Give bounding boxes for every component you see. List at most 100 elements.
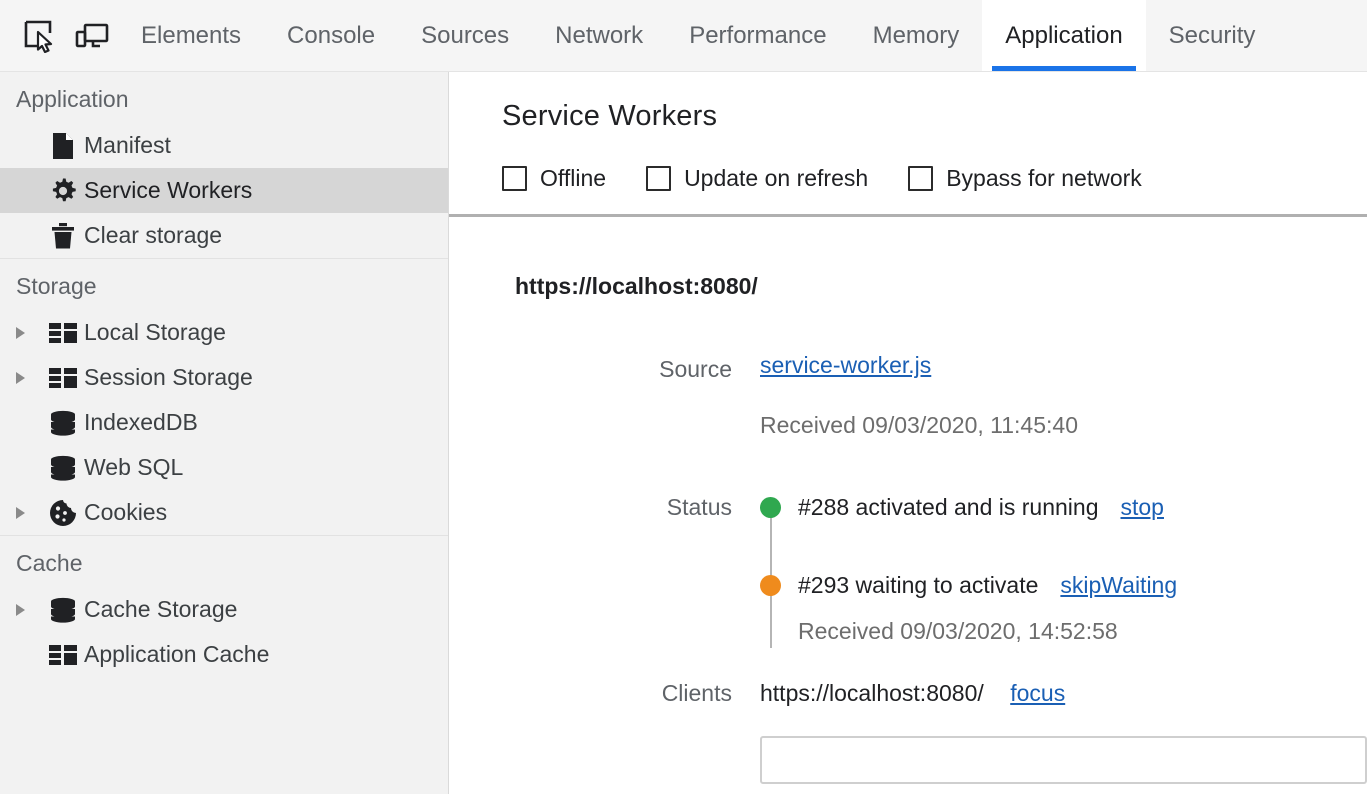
sidebar-item-label: Clear storage <box>84 222 222 249</box>
panel-header: Service Workers Offline Update on refres… <box>449 72 1367 214</box>
client-url: https://localhost:8080/ <box>760 680 984 706</box>
source-label: Source <box>449 352 760 386</box>
sidebar-item-label: Cookies <box>84 499 167 526</box>
status-dot-orange <box>760 575 781 596</box>
status-entry-waiting: #293 waiting to activate skipWaiting <box>760 568 1177 602</box>
source-row: Source service-worker.js Received 09/03/… <box>449 352 1367 442</box>
sidebar-item-label: IndexedDB <box>84 409 198 436</box>
chevron-right-icon[interactable] <box>16 507 42 519</box>
tab-label: Memory <box>873 22 960 50</box>
source-received: Received 09/03/2020, 11:45:40 <box>760 408 1078 442</box>
document-icon <box>42 132 84 160</box>
sidebar-item-cookies[interactable]: Cookies <box>0 490 448 535</box>
tab-sources[interactable]: Sources <box>398 0 532 71</box>
sidebar-item-application-cache[interactable]: Application Cache <box>0 632 448 677</box>
database-icon <box>42 455 84 481</box>
sidebar-item-label: Local Storage <box>84 319 226 346</box>
tab-security[interactable]: Security <box>1146 0 1279 71</box>
tab-performance[interactable]: Performance <box>666 0 849 71</box>
sidebar-item-indexeddb[interactable]: IndexedDB <box>0 400 448 445</box>
status-spacer <box>760 524 1177 568</box>
stop-link[interactable]: stop <box>1121 494 1164 521</box>
status-text: #288 activated and is running <box>798 494 1099 521</box>
status-entry-active: #288 activated and is running stop <box>760 490 1177 524</box>
tab-label: Application <box>1005 22 1122 50</box>
source-value: service-worker.js Received 09/03/2020, 1… <box>760 352 1078 442</box>
tab-label: Console <box>287 22 375 50</box>
status-dot-green <box>760 497 781 518</box>
sidebar-item-web-sql[interactable]: Web SQL <box>0 445 448 490</box>
status-received: Received 09/03/2020, 14:52:58 <box>798 614 1177 648</box>
sidebar-item-manifest[interactable]: Manifest <box>0 123 448 168</box>
clients-label: Clients <box>449 676 760 710</box>
status-label: Status <box>449 490 760 524</box>
status-text: #293 waiting to activate <box>798 572 1038 599</box>
service-worker-registration: https://localhost:8080/ Source service-w… <box>449 217 1367 784</box>
sidebar-section-application: Application Manifest <box>0 72 448 258</box>
checkbox-label: Update on refresh <box>684 165 868 192</box>
chevron-right-icon[interactable] <box>16 372 42 384</box>
update-on-refresh-checkbox[interactable]: Update on refresh <box>646 165 868 192</box>
devtools-body: Application Manifest <box>0 72 1367 794</box>
sidebar-item-local-storage[interactable]: Local Storage <box>0 310 448 355</box>
table-icon <box>42 366 84 390</box>
sidebar-item-label: Web SQL <box>84 454 183 481</box>
sidebar-item-cache-storage[interactable]: Cache Storage <box>0 587 448 632</box>
checkbox-box[interactable] <box>908 166 933 191</box>
clients-value: https://localhost:8080/ focus <box>760 676 1065 710</box>
chevron-right-icon[interactable] <box>16 327 42 339</box>
tab-memory[interactable]: Memory <box>850 0 983 71</box>
sidebar-section-storage: Storage Local Storage <box>0 258 448 535</box>
sidebar-section-header: Cache <box>0 536 448 587</box>
database-icon <box>42 410 84 436</box>
sidebar-item-service-workers[interactable]: Service Workers <box>0 168 448 213</box>
sidebar-item-label: Manifest <box>84 132 171 159</box>
push-message-input[interactable] <box>760 736 1367 784</box>
sidebar-item-session-storage[interactable]: Session Storage <box>0 355 448 400</box>
database-icon <box>42 597 84 623</box>
table-icon <box>42 321 84 345</box>
tab-label: Performance <box>689 22 826 50</box>
sidebar-section-cache: Cache Cache Storage <box>0 535 448 677</box>
tab-label: Sources <box>421 22 509 50</box>
tab-application[interactable]: Application <box>982 0 1145 71</box>
registration-origin: https://localhost:8080/ <box>449 273 1367 300</box>
trash-icon <box>42 222 84 250</box>
table-icon <box>42 643 84 667</box>
status-list: #288 activated and is running stop #293 … <box>760 490 1177 648</box>
checkbox-box[interactable] <box>646 166 671 191</box>
cookie-icon <box>42 499 84 527</box>
status-values: #288 activated and is running stop #293 … <box>760 490 1177 648</box>
push-row <box>449 736 1367 784</box>
device-toolbar-icon[interactable] <box>66 0 118 71</box>
tab-console[interactable]: Console <box>264 0 398 71</box>
chevron-right-icon[interactable] <box>16 604 42 616</box>
tab-network[interactable]: Network <box>532 0 666 71</box>
offline-checkbox[interactable]: Offline <box>502 165 606 192</box>
sidebar-section-header: Storage <box>0 259 448 310</box>
checkbox-label: Bypass for network <box>946 165 1142 192</box>
application-sidebar: Application Manifest <box>0 72 449 794</box>
tab-elements[interactable]: Elements <box>118 0 264 71</box>
sidebar-section-header: Application <box>0 72 448 123</box>
tab-label: Network <box>555 22 643 50</box>
service-workers-panel: Service Workers Offline Update on refres… <box>449 72 1367 794</box>
source-link[interactable]: service-worker.js <box>760 352 931 378</box>
tab-label: Elements <box>141 22 241 50</box>
focus-link[interactable]: focus <box>1010 680 1065 706</box>
devtools-tabbar: Elements Console Sources Network Perform… <box>0 0 1367 72</box>
devtools-window: Elements Console Sources Network Perform… <box>0 0 1367 794</box>
checkbox-label: Offline <box>540 165 606 192</box>
tab-label: Security <box>1169 22 1256 50</box>
sidebar-item-label: Cache Storage <box>84 596 237 623</box>
sidebar-item-clear-storage[interactable]: Clear storage <box>0 213 448 258</box>
gear-icon <box>42 177 84 205</box>
status-row: Status #288 activated and is running sto… <box>449 490 1367 648</box>
tab-list: Elements Console Sources Network Perform… <box>118 0 1278 71</box>
bypass-for-network-checkbox[interactable]: Bypass for network <box>908 165 1142 192</box>
sidebar-item-label: Application Cache <box>84 641 269 668</box>
checkbox-box[interactable] <box>502 166 527 191</box>
sidebar-item-label: Service Workers <box>84 177 252 204</box>
skip-waiting-link[interactable]: skipWaiting <box>1060 572 1177 599</box>
inspect-element-icon[interactable] <box>14 0 66 71</box>
